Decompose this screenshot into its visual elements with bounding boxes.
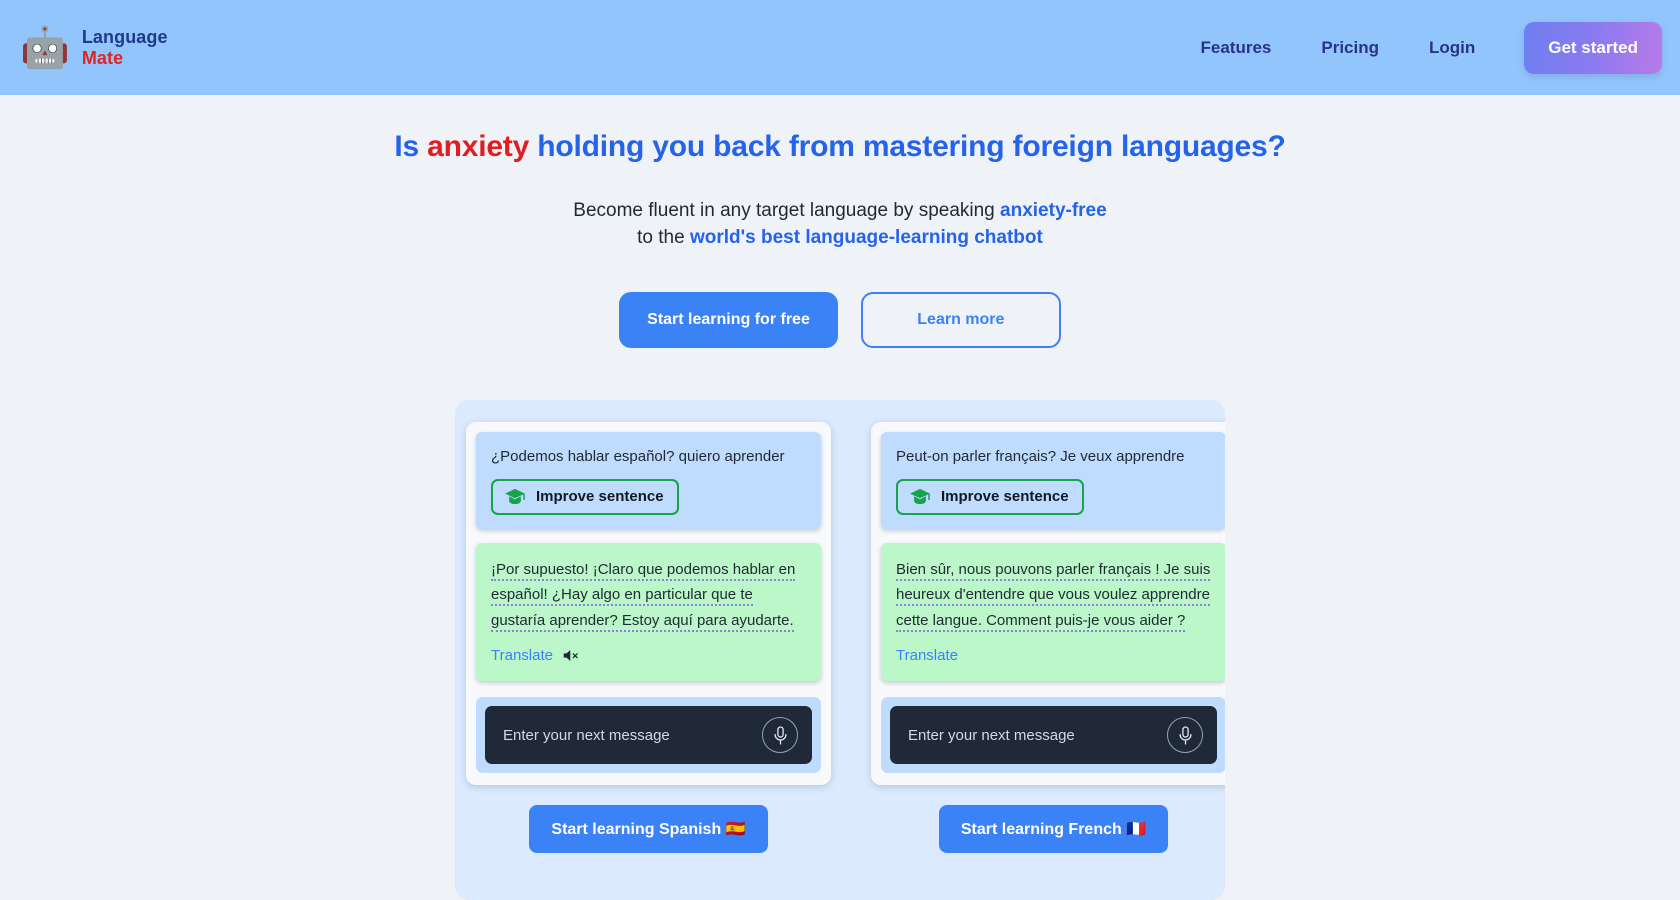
nav-link-login[interactable]: Login: [1404, 38, 1500, 58]
headline-text-1: Is: [394, 130, 428, 163]
chat-card: Peut-on parler français? Je veux apprend…: [871, 422, 1225, 786]
user-message-text: ¿Podemos hablar español? quiero aprender: [491, 448, 785, 465]
hero-subtitle-line1: Become fluent in any target language by …: [0, 198, 1680, 225]
translate-row: Translate: [491, 643, 807, 669]
hero-section: Is anxiety holding you back from masteri…: [0, 130, 1680, 348]
start-row: Start learning French 🇫🇷: [871, 805, 1225, 854]
user-message-bubble: ¿Podemos hablar español? quiero aprender: [476, 432, 821, 529]
speaker-mute-icon[interactable]: [562, 648, 581, 663]
top-navbar: 🤖 Language Mate Features Pricing Login G…: [0, 0, 1680, 95]
brand-text: Language Mate: [82, 27, 168, 67]
graduation-cap-icon: [504, 488, 526, 506]
message-composer: Enter your next message: [476, 697, 821, 774]
headline-accent-word: anxiety: [427, 130, 530, 163]
learn-more-button[interactable]: Learn more: [860, 291, 1061, 348]
microphone-icon: [1178, 726, 1193, 745]
message-input-placeholder[interactable]: Enter your next message: [503, 727, 670, 744]
improve-sentence-label: Improve sentence: [536, 488, 664, 506]
start-learning-spanish-button[interactable]: Start learning Spanish 🇪🇸: [529, 805, 768, 854]
message-composer: Enter your next message: [881, 697, 1225, 774]
page-title: Is anxiety holding you back from masteri…: [0, 130, 1680, 164]
translate-link[interactable]: Translate: [491, 643, 553, 669]
chat-demo-carousel[interactable]: ¿Podemos hablar español? quiero aprender: [455, 400, 1225, 900]
headline-text-2: holding you back from mastering foreign …: [529, 130, 1286, 163]
bot-message-text: Bien sûr, nous pouvons parler français !…: [896, 560, 1211, 633]
user-message-text: Peut-on parler français? Je veux apprend…: [896, 448, 1185, 465]
brand-name-line2: Mate: [81, 47, 124, 68]
bot-message-bubble: Bien sûr, nous pouvons parler français !…: [881, 542, 1225, 682]
nav-link-pricing[interactable]: Pricing: [1296, 38, 1404, 58]
carousel-track: ¿Podemos hablar español? quiero aprender: [455, 400, 1225, 854]
improve-sentence-button[interactable]: Improve sentence: [896, 478, 1084, 515]
brand-logo-group[interactable]: 🤖 Language Mate: [20, 27, 168, 67]
start-learning-free-button[interactable]: Start learning for free: [619, 291, 838, 348]
get-started-button[interactable]: Get started: [1524, 21, 1662, 74]
improve-sentence-label: Improve sentence: [941, 488, 1069, 506]
translate-row: Translate: [896, 643, 1212, 669]
start-learning-french-button[interactable]: Start learning French 🇫🇷: [938, 805, 1169, 854]
subtitle-highlight-1: anxiety-free: [1000, 200, 1107, 221]
message-input-placeholder[interactable]: Enter your next message: [908, 727, 1075, 744]
bot-message-bubble: ¡Por supuesto! ¡Claro que podemos hablar…: [476, 542, 821, 682]
translate-link[interactable]: Translate: [896, 643, 958, 669]
microphone-icon: [773, 726, 788, 745]
robot-icon: 🤖: [20, 25, 70, 70]
nav-link-features[interactable]: Features: [1175, 38, 1296, 58]
brand-name-line1: Language: [81, 27, 168, 48]
microphone-button[interactable]: [1167, 717, 1203, 754]
microphone-button[interactable]: [762, 717, 798, 754]
composer-inner[interactable]: Enter your next message: [890, 706, 1217, 765]
chat-demo-column-french: Peut-on parler français? Je veux apprend…: [871, 422, 1225, 854]
hero-subtitle: Become fluent in any target language by …: [0, 198, 1680, 252]
bot-message-text: ¡Por supuesto! ¡Claro que podemos hablar…: [491, 560, 796, 633]
user-message-bubble: Peut-on parler français? Je veux apprend…: [881, 432, 1225, 529]
subtitle-text-1: Become fluent in any target language by …: [573, 200, 1001, 221]
hero-subtitle-line2: to the world's best language-learning ch…: [0, 225, 1680, 252]
chat-card: ¿Podemos hablar español? quiero aprender: [466, 422, 831, 786]
nav-links-group: Features Pricing Login Get started: [1175, 21, 1662, 74]
start-row: Start learning Spanish 🇪🇸: [466, 805, 831, 854]
chat-demo-column-spanish: ¿Podemos hablar español? quiero aprender: [466, 422, 831, 854]
subtitle-text-2: to the: [637, 226, 690, 248]
hero-cta-row: Start learning for free Learn more: [0, 291, 1680, 348]
improve-sentence-button[interactable]: Improve sentence: [491, 478, 679, 515]
subtitle-highlight-2: world's best language-learning chatbot: [689, 226, 1043, 248]
composer-inner[interactable]: Enter your next message: [485, 706, 812, 765]
graduation-cap-icon: [909, 488, 931, 506]
